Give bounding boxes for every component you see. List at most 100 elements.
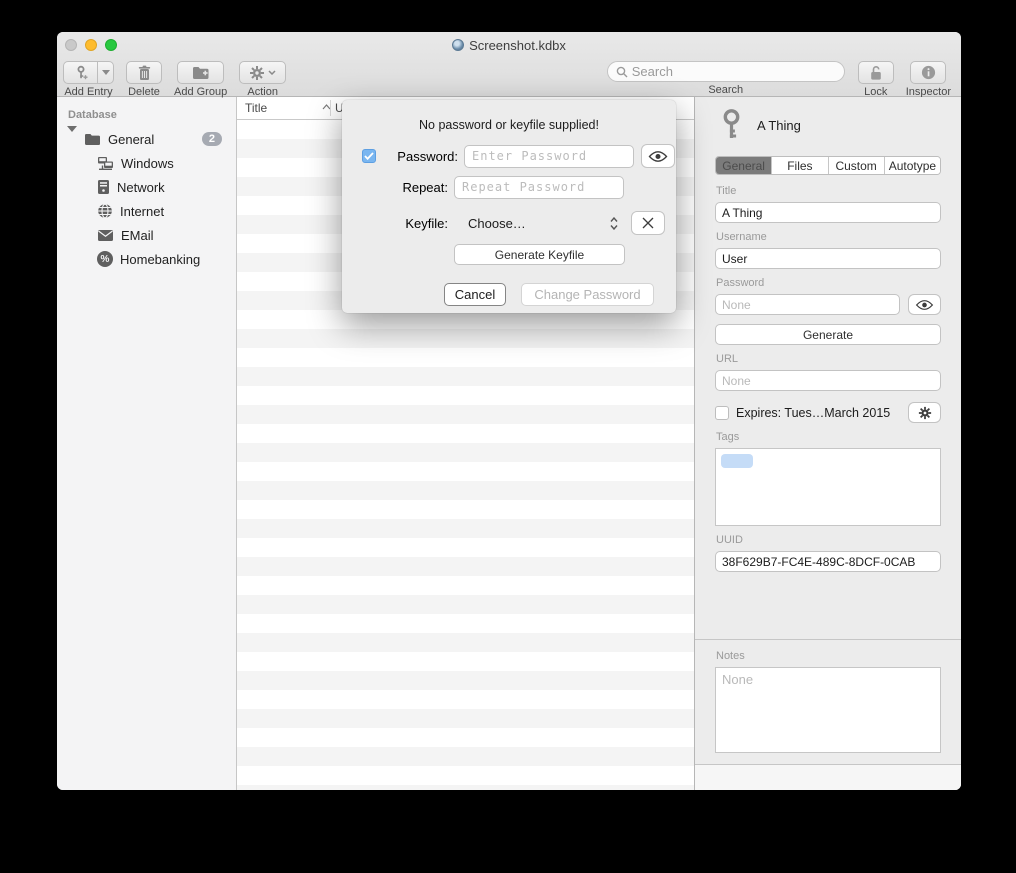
- sidebar-item-label: Internet: [120, 204, 164, 219]
- envelope-icon: [97, 229, 114, 242]
- generate-button[interactable]: Generate: [715, 324, 941, 345]
- add-group-label: Add Group: [174, 86, 227, 98]
- popup-stepper-icon: [610, 217, 618, 230]
- search-placeholder: Search: [632, 64, 673, 79]
- add-entry-button[interactable]: [63, 61, 97, 84]
- titlebar[interactable]: Screenshot.kdbx: [57, 32, 961, 58]
- sidebar-item-label: Network: [117, 180, 165, 195]
- sidebar-item-internet[interactable]: Internet: [57, 199, 236, 223]
- sidebar-header: Database: [57, 107, 236, 127]
- dropdown-arrow-icon: [102, 70, 110, 76]
- tab-files[interactable]: Files: [771, 157, 827, 174]
- reveal-password-button[interactable]: [908, 294, 941, 315]
- expires-checkbox[interactable]: [715, 406, 729, 420]
- delete-button[interactable]: [126, 61, 162, 84]
- close-button[interactable]: [65, 39, 77, 51]
- disclosure-triangle-icon[interactable]: [67, 132, 77, 147]
- clear-keyfile-button[interactable]: [631, 211, 665, 235]
- zoom-button[interactable]: [105, 39, 117, 51]
- inspector-tabs: General Files Custom Autotype: [715, 156, 941, 175]
- search-input-wrap[interactable]: Search: [607, 61, 845, 82]
- tab-general[interactable]: General: [716, 157, 771, 174]
- info-icon: [921, 65, 936, 80]
- key-plus-icon: [73, 65, 89, 81]
- trash-icon: [137, 65, 152, 81]
- title-label: Title: [716, 185, 941, 197]
- tab-custom[interactable]: Custom: [828, 157, 884, 174]
- add-entry-item: Add Entry: [63, 61, 114, 98]
- folder-icon: [84, 133, 101, 146]
- sidebar-item-label: Homebanking: [120, 252, 200, 267]
- search-icon: [616, 66, 628, 78]
- dialog-reveal-password-button[interactable]: [641, 144, 675, 168]
- inspector-item: Inspector: [906, 61, 951, 98]
- action-button[interactable]: [239, 61, 286, 84]
- server-icon: [97, 179, 110, 195]
- url-field[interactable]: [715, 370, 941, 391]
- entry-title: A Thing: [757, 118, 801, 133]
- tags-field[interactable]: [715, 448, 941, 526]
- sidebar-item-email[interactable]: EMail: [57, 223, 236, 247]
- uuid-label: UUID: [716, 534, 941, 546]
- dialog-password-label: Password:: [376, 149, 458, 164]
- username-field[interactable]: [715, 248, 941, 269]
- search-label: Search: [708, 84, 743, 96]
- delete-label: Delete: [128, 86, 160, 98]
- dialog-password-input[interactable]: [464, 145, 634, 168]
- lock-icon: [869, 65, 883, 81]
- keyfile-popup-value: Choose…: [468, 216, 526, 231]
- toolbar: Add Entry Delete Add Group: [57, 58, 961, 97]
- sidebar-item-general[interactable]: General 2: [57, 127, 236, 151]
- chevron-down-icon: [268, 70, 276, 75]
- entry-count-badge: 2: [202, 132, 222, 146]
- generate-keyfile-button[interactable]: Generate Keyfile: [454, 244, 625, 265]
- sidebar-item-label: General: [108, 132, 154, 147]
- url-label: URL: [716, 353, 941, 365]
- close-x-icon: [642, 217, 654, 229]
- dialog-repeat-input[interactable]: [454, 176, 624, 199]
- sidebar-item-windows[interactable]: Windows: [57, 151, 236, 175]
- window-chrome: Screenshot.kdbx Add Entr: [57, 32, 961, 97]
- key-icon: [721, 109, 742, 142]
- group-sidebar: Database General 2 Windows Network: [57, 97, 237, 790]
- folder-plus-icon: [192, 66, 210, 80]
- lock-button[interactable]: [858, 61, 894, 84]
- dialog-repeat-label: Repeat:: [360, 180, 448, 195]
- change-password-dialog: No password or keyfile supplied! Passwor…: [342, 100, 676, 313]
- percent-icon: %: [97, 251, 113, 267]
- change-password-button[interactable]: Change Password: [521, 283, 654, 306]
- inspector-button[interactable]: [910, 61, 946, 84]
- action-item: Action: [239, 61, 286, 98]
- notes-field[interactable]: [715, 667, 941, 753]
- check-icon: [364, 152, 374, 160]
- eye-icon: [915, 299, 934, 311]
- password-checkbox[interactable]: [362, 149, 376, 163]
- expires-label: Expires: Tues…March 2015: [736, 406, 890, 420]
- lock-item: Lock: [858, 61, 894, 98]
- column-header-title[interactable]: Title: [237, 101, 322, 115]
- tag-token[interactable]: [721, 454, 753, 468]
- add-group-button[interactable]: [177, 61, 224, 84]
- dialog-message: No password or keyfile supplied!: [342, 118, 676, 132]
- uuid-field[interactable]: [715, 551, 941, 572]
- minimize-button[interactable]: [85, 39, 97, 51]
- window-title-group: Screenshot.kdbx: [452, 38, 566, 53]
- notes-section: Notes: [695, 639, 961, 764]
- password-field[interactable]: [715, 294, 900, 315]
- sidebar-item-network[interactable]: Network: [57, 175, 236, 199]
- expires-settings-button[interactable]: [908, 402, 941, 423]
- windows-icon: [97, 156, 114, 171]
- inspector-panel: A Thing General Files Custom Autotype Ti…: [695, 97, 961, 790]
- add-entry-dropdown-button[interactable]: [97, 61, 114, 84]
- document-icon[interactable]: [452, 39, 464, 51]
- cancel-button[interactable]: Cancel: [444, 283, 506, 306]
- dialog-keyfile-label: Keyfile:: [360, 216, 448, 231]
- add-entry-label: Add Entry: [64, 86, 112, 98]
- keyfile-popup-button[interactable]: Choose…: [454, 216, 624, 231]
- inspector-footer: [695, 764, 961, 790]
- title-field[interactable]: [715, 202, 941, 223]
- window-title: Screenshot.kdbx: [469, 38, 566, 53]
- sidebar-item-homebanking[interactable]: % Homebanking: [57, 247, 236, 271]
- tab-autotype[interactable]: Autotype: [884, 157, 940, 174]
- eye-icon: [648, 150, 668, 163]
